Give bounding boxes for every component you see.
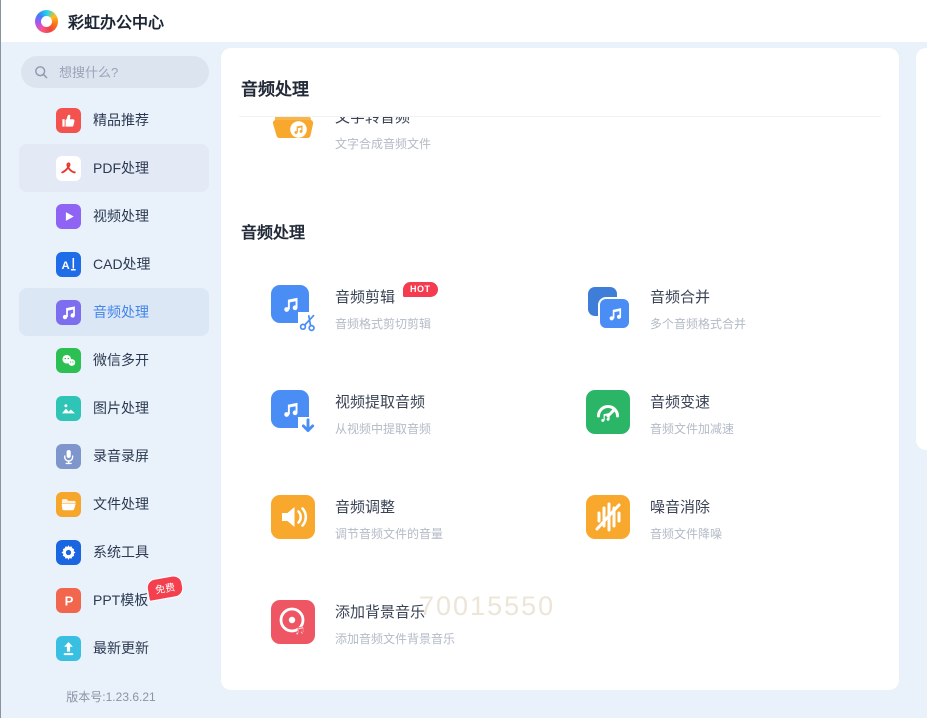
sidebar-item-label: 最新更新 xyxy=(93,638,149,658)
version-label: 版本号:1.23.6.21 xyxy=(1,688,221,705)
folder-music-icon xyxy=(271,117,319,153)
tool-subtitle: 从视频中提取音频 xyxy=(335,420,431,437)
tool-title: 文字转音频 xyxy=(335,117,431,127)
sidebar-item-label: 文件处理 xyxy=(93,494,149,514)
sidebar-item-label: 精品推荐 xyxy=(93,110,149,130)
sidebar-item-label: 图片处理 xyxy=(93,398,149,418)
tool-item-text-to-audio[interactable]: 文字转音频 文字合成音频文件 xyxy=(271,117,881,153)
svg-text:P: P xyxy=(65,593,74,608)
section-title: 音频处理 xyxy=(241,219,881,243)
gear-icon xyxy=(56,540,81,565)
scissors-icon xyxy=(298,312,318,332)
watermark-text: 70015550 xyxy=(419,591,555,622)
page-title: 音频处理 xyxy=(239,48,881,117)
sidebar-item-label: PDF处理 xyxy=(93,158,149,178)
upload-icon xyxy=(56,636,81,661)
cad-icon: A xyxy=(56,252,81,277)
tool-title: 噪音消除 xyxy=(650,496,722,517)
tool-item-音频调整[interactable]: 音频调整调节音频文件的音量 xyxy=(271,495,586,543)
pdf-icon xyxy=(56,156,81,181)
sidebar-item-label: 系统工具 xyxy=(93,542,149,562)
sidebar-item-label: 录音录屏 xyxy=(93,446,149,466)
sidebar: 精品推荐 PDF处理视频处理 A CAD处理音频处理微信多开图片处理录音录屏文件处理系… xyxy=(1,42,221,718)
tool-subtitle: 文字合成音频文件 xyxy=(335,135,431,152)
sidebar-item-视频处理[interactable]: 视频处理 xyxy=(19,192,209,240)
tool-item-视频提取音频[interactable]: 视频提取音频从视频中提取音频 xyxy=(271,390,586,438)
sidebar-menu: 精品推荐 PDF处理视频处理 A CAD处理音频处理微信多开图片处理录音录屏文件处理系… xyxy=(1,96,221,672)
tool-subtitle: 音频文件降噪 xyxy=(650,525,722,542)
tool-title: 音频剪辑HOT xyxy=(335,286,438,307)
sidebar-item-文件处理[interactable]: 文件处理 xyxy=(19,480,209,528)
hot-badge: HOT xyxy=(403,282,438,297)
tool-item-音频合并[interactable]: 音频合并多个音频格式合并 xyxy=(586,285,899,333)
tools-grid: 音频剪辑HOT 音频格式剪切剪辑 音频合并多个音频格式合并视频提取音频从视频中提取音… xyxy=(271,285,881,648)
tool-subtitle: 音频格式剪切剪辑 xyxy=(335,315,438,332)
sidebar-item-label: CAD处理 xyxy=(93,254,151,274)
search-icon xyxy=(33,64,49,80)
tool-title: 音频合并 xyxy=(650,286,746,307)
video-extract-audio-icon xyxy=(271,390,319,438)
noise-remove-icon xyxy=(586,495,634,543)
audio-speed-icon xyxy=(586,390,634,438)
tool-item-音频变速[interactable]: 音频变速音频文件加减速 xyxy=(586,390,899,438)
sidebar-item-label: 微信多开 xyxy=(93,350,149,370)
sidebar-item-系统工具[interactable]: 系统工具 xyxy=(19,528,209,576)
app-title: 彩虹办公中心 xyxy=(68,9,164,33)
sidebar-item-微信多开[interactable]: 微信多开 xyxy=(19,336,209,384)
down-arrow-icon xyxy=(298,417,318,437)
tool-title: 视频提取音频 xyxy=(335,391,431,412)
tool-subtitle: 调节音频文件的音量 xyxy=(335,525,443,542)
search-box[interactable] xyxy=(21,56,209,88)
sidebar-item-label: 音频处理 xyxy=(93,302,149,322)
rainbow-logo-icon xyxy=(35,10,58,33)
free-badge: 免费 xyxy=(145,574,184,602)
sidebar-item-音频处理[interactable]: 音频处理 xyxy=(19,288,209,336)
main-content-card: 音频处理 文字转音频 文字合成音频文件 音频处理 音频剪辑HOT 音频格式剪切剪辑… xyxy=(221,48,899,690)
sidebar-item-图片处理[interactable]: 图片处理 xyxy=(19,384,209,432)
sidebar-item-label: PPT模板 xyxy=(93,590,148,610)
sidebar-item-最新更新[interactable]: 最新更新 xyxy=(19,624,209,672)
audio-merge-icon xyxy=(586,285,634,333)
tool-subtitle: 音频文件加减速 xyxy=(650,420,734,437)
sidebar-item-PDF处理[interactable]: PDF处理 xyxy=(19,144,209,192)
svg-text:A: A xyxy=(62,259,70,271)
right-panel-partial-card xyxy=(916,48,927,450)
app-header: 彩虹办公中心 xyxy=(1,0,927,42)
sidebar-item-label: 视频处理 xyxy=(93,206,149,226)
microphone-icon xyxy=(56,444,81,469)
bg-music-icon xyxy=(271,600,319,648)
play-icon xyxy=(56,204,81,229)
sidebar-item-PPT模板[interactable]: P PPT模板免费 xyxy=(19,576,209,624)
search-input[interactable] xyxy=(57,64,197,81)
audio-volume-icon xyxy=(271,495,319,543)
sidebar-item-录音录屏[interactable]: 录音录屏 xyxy=(19,432,209,480)
sidebar-item-精品推荐[interactable]: 精品推荐 xyxy=(19,96,209,144)
music-note-icon xyxy=(56,300,81,325)
tool-item-噪音消除[interactable]: 噪音消除音频文件降噪 xyxy=(586,495,899,543)
folder-icon xyxy=(56,492,81,517)
tool-subtitle: 添加音频文件背景音乐 xyxy=(335,630,455,647)
thumbs-up-icon xyxy=(56,108,81,133)
audio-cut-icon xyxy=(271,285,319,333)
scrolled-tool-clip: 文字转音频 文字合成音频文件 xyxy=(239,117,881,175)
wechat-icon xyxy=(56,348,81,373)
tool-subtitle: 多个音频格式合并 xyxy=(650,315,746,332)
image-icon xyxy=(56,396,81,421)
sidebar-item-CAD处理[interactable]: A CAD处理 xyxy=(19,240,209,288)
tool-title: 音频调整 xyxy=(335,496,443,517)
ppt-icon: P xyxy=(56,588,81,613)
tool-item-音频剪辑[interactable]: 音频剪辑HOT 音频格式剪切剪辑 xyxy=(271,285,586,333)
tool-title: 音频变速 xyxy=(650,391,734,412)
